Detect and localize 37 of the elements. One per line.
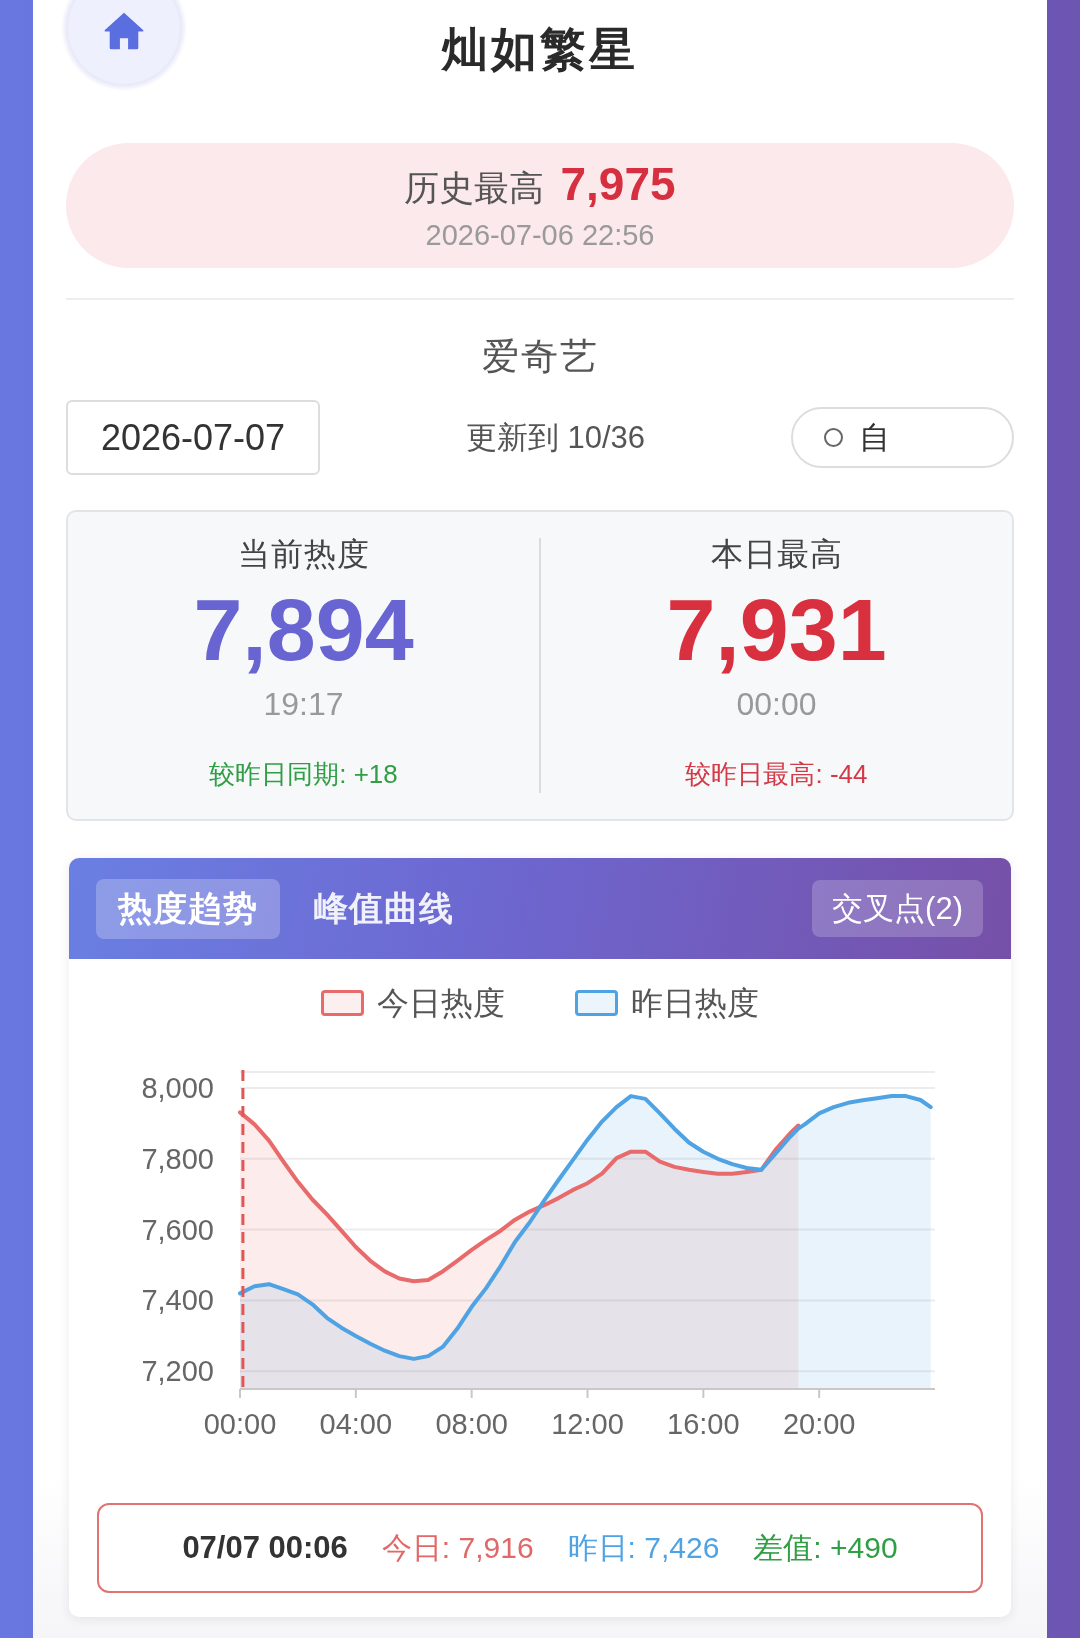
page-title: 灿如繁星 [442, 22, 638, 77]
stat-comparison: 较昨日同期: +18 [209, 758, 398, 791]
tab[interactable]: 峰值曲线 [292, 878, 476, 939]
x-tick-label: 00:00 [203, 1408, 277, 1440]
y-tick-label: 7,200 [141, 1355, 214, 1388]
x-tick-label: 04:00 [319, 1408, 393, 1440]
tooltip-value: 昨日: 7,426 [567, 1529, 720, 1566]
stat-label: 当前热度 [237, 535, 370, 574]
stat-comparison: 较昨日最高: -44 [685, 758, 868, 791]
y-tick-label: 8,000 [141, 1071, 214, 1104]
record-label: 历史最高 [404, 167, 545, 209]
legend-label: 昨日热度 [631, 984, 759, 1023]
date-field[interactable]: 2026-07-07 [66, 400, 320, 475]
platform-name: 爱奇艺 [481, 335, 599, 379]
stat-value: 7,894 [193, 584, 414, 676]
stat-value: 7,931 [666, 584, 887, 676]
record-time: 2026-07-06 22:56 [425, 218, 655, 253]
stat-label: 本日最高 [710, 535, 843, 574]
record-value: 7,975 [560, 157, 676, 211]
y-tick-label: 7,600 [141, 1213, 214, 1246]
tab[interactable]: 热度趋势 [96, 878, 280, 939]
update-status: 更新到 10/36 [465, 418, 646, 457]
x-tick-label: 20:00 [782, 1408, 856, 1440]
stat-time: 00:00 [736, 685, 817, 724]
y-tick-label: 7,400 [141, 1284, 214, 1317]
x-tick-label: 16:00 [667, 1408, 740, 1440]
crosspoint-button[interactable]: 交叉点(2) [812, 880, 983, 937]
y-tick-label: 7,800 [141, 1142, 214, 1175]
stat-time: 19:17 [263, 685, 344, 724]
tooltip-value: 今日: 7,916 [381, 1529, 534, 1566]
legend-label: 今日热度 [377, 984, 505, 1023]
x-tick-label: 08:00 [435, 1408, 508, 1440]
tooltip-value: 差值: +490 [753, 1529, 898, 1566]
toggle-button[interactable]: 自 [791, 407, 1014, 468]
home-icon [104, 12, 144, 50]
tooltip-time: 07/07 00:06 [182, 1530, 348, 1566]
x-tick-label: 12:00 [551, 1408, 624, 1440]
